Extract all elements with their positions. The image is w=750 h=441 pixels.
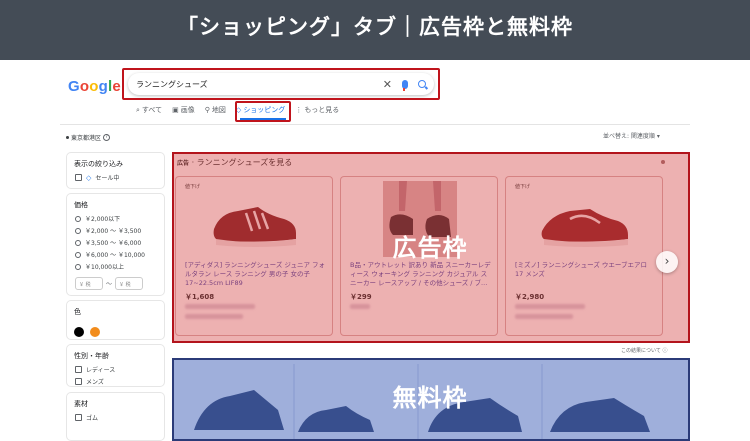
checkbox[interactable] [75,378,82,385]
price-min-input[interactable]: ￥ 税 [75,277,103,290]
banner-title: 「ショッピング」タブ｜広告枠と無料枠 [177,15,573,39]
divider [60,124,690,125]
google-logo[interactable]: Google [68,78,121,95]
filter-material-card: 素材 ゴム [66,392,165,441]
filter-sale-option[interactable]: ◇ セール中 [75,173,164,182]
price-option[interactable]: ￥2,000以下 [75,214,164,223]
chevron-right-icon[interactable]: › [656,251,678,273]
banner: 「ショッピング」タブ｜広告枠と無料枠 [0,0,750,52]
filter-heading: 表示の絞り込み [74,160,123,168]
image-icon: ▣ [172,106,179,114]
color-swatches [74,322,164,341]
radio[interactable] [75,239,81,246]
tag-icon: ◇ [86,173,92,182]
radio[interactable] [75,215,81,222]
search-icon: ⌕ [136,105,140,114]
filter-heading: 性別・年齢 [74,352,109,360]
tab-maps[interactable]: ⚲ 地図 [205,105,226,115]
about-results-link[interactable]: この結果について ⓘ [621,347,667,354]
free-listings-label: 無料枠 [392,384,468,412]
radio[interactable] [75,263,81,270]
checkbox[interactable] [75,414,82,421]
frame-top-band [0,52,750,60]
radio[interactable] [75,251,81,258]
price-option[interactable]: ￥6,000 ～ ￥10,000 [75,250,164,259]
filter-price-card: 価格 ￥2,000以下 ￥2,000 ～ ￥3,500 ￥3,500 ～ ￥6,… [66,193,165,296]
caret-down-icon: ▾ [656,133,660,140]
tab-all[interactable]: ⌕ すべて [136,105,162,115]
price-range: ￥ 税 ～ ￥ 税 [75,277,164,290]
location[interactable]: 東京都港区 ? [66,133,111,142]
tab-images[interactable]: ▣ 画像 [172,105,195,115]
location-dot-icon [66,136,69,139]
ad-area-label: 広告枠 [392,234,468,262]
help-icon[interactable]: ? [103,134,111,141]
tab-more[interactable]: ⋮ もっと見る [295,105,339,115]
material-option[interactable]: ゴム [75,413,164,422]
map-pin-icon: ⚲ [204,106,210,114]
filter-heading: 色 [74,308,81,316]
filter-gender-card: 性別・年齢 レディース メンズ [66,344,165,387]
radio[interactable] [75,227,81,234]
filter-refine-card: 表示の絞り込み ◇ セール中 [66,152,165,189]
price-option[interactable]: ￥3,500 ～ ￥6,000 [75,238,164,247]
checkbox[interactable] [75,366,82,373]
search-highlight-box [122,68,440,100]
filter-heading: 素材 [74,400,88,408]
price-max-input[interactable]: ￥ 税 [115,277,144,290]
shopping-highlight-box [235,101,291,122]
price-option[interactable]: ￥2,000 ～ ￥3,500 [75,226,164,235]
filter-color-card: 色 [66,300,165,340]
more-icon: ⋮ [295,106,303,114]
color-swatch-orange[interactable] [90,327,100,337]
sort-dropdown[interactable]: 並べ替え: 関連度順 ▾ [603,131,660,140]
gender-option[interactable]: レディース [75,365,164,374]
filter-heading: 価格 [74,201,88,209]
color-swatch-black[interactable] [74,327,84,337]
price-option[interactable]: ￥10,000以上 [75,262,164,271]
checkbox[interactable] [75,174,82,181]
gender-option[interactable]: メンズ [75,377,164,386]
